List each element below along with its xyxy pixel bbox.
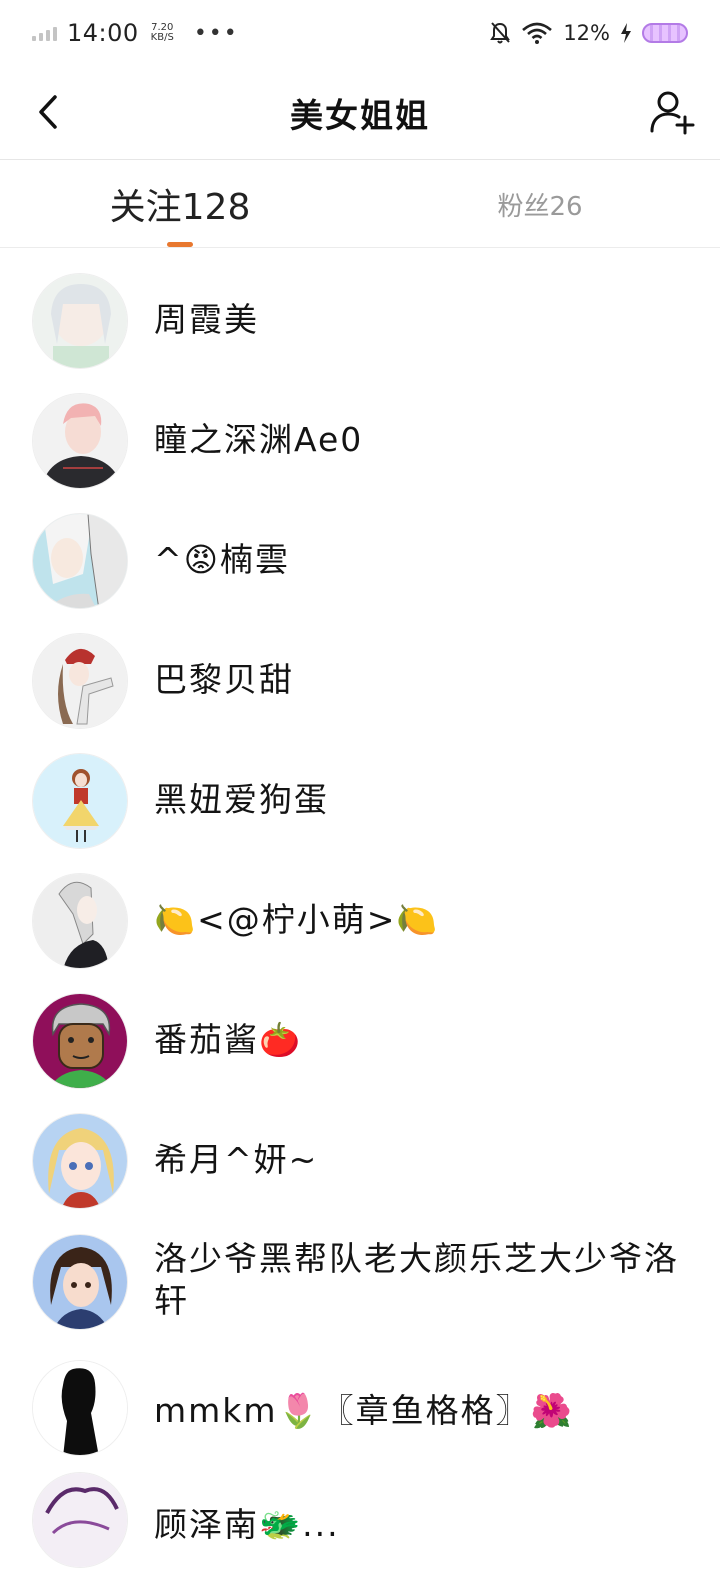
avatar[interactable] [32,273,128,369]
user-name: 周霞美 [154,300,259,339]
user-name: 番茄酱🍅 [154,1020,303,1059]
tab-following-label: 关注128 [109,187,251,228]
battery-icon [642,23,688,43]
network-speed-unit: KB/S [150,32,174,43]
user-name: 巴黎贝甜 [154,660,294,699]
page-title: 美女姐姐 [290,95,430,135]
user-name: 洛少爷黑帮队老大颜乐芝大少爷洛轩 [154,1239,679,1320]
avatar[interactable] [32,393,128,489]
list-item[interactable]: 周霞美 [0,260,720,380]
network-speed: 7.20 KB/S [151,23,174,43]
avatar[interactable] [32,633,128,729]
list-item[interactable]: 黑妞爱狗蛋 [0,740,720,860]
add-user-icon [650,91,695,135]
avatar[interactable] [32,753,128,849]
avatar[interactable] [32,513,128,609]
list-item[interactable]: 顾泽南🐲... [0,1472,720,1592]
user-name: ^😡楠雲 [154,540,291,579]
avatar[interactable] [32,1360,128,1456]
tab-followers-label: 粉丝26 [497,191,583,222]
battery-percent: 12% [563,21,610,45]
user-name: 希月^妍~ [154,1140,319,1179]
list-item[interactable]: 瞳之深渊Ae0 [0,380,720,500]
avatar[interactable] [32,873,128,969]
status-time: 14:00 [67,19,139,47]
list-item[interactable]: 洛少爷黑帮队老大颜乐芝大少爷洛轩 [0,1220,720,1360]
status-bar: 14:00 7.20 KB/S ••• 12% [0,0,720,66]
avatar[interactable] [32,1234,128,1330]
header: 美女姐姐 [0,66,720,160]
user-name: 🍋<@柠小萌>🍋 [154,900,440,939]
tab-bar: 关注128 粉丝26 [0,160,720,248]
list-item[interactable]: 🍋<@柠小萌>🍋 [0,860,720,980]
back-button[interactable] [24,88,72,136]
user-name: mmkm🌷〖章鱼格格〗🌺 [154,1391,574,1430]
user-name: 黑妞爱狗蛋 [154,780,329,819]
user-name: 瞳之深渊Ae0 [154,420,364,459]
list-item[interactable]: 番茄酱🍅 [0,980,720,1100]
tab-followers[interactable]: 粉丝26 [420,160,660,248]
user-name: 顾泽南🐲... [154,1505,340,1544]
avatar[interactable] [32,1472,128,1568]
avatar[interactable] [32,993,128,1089]
list-item[interactable]: mmkm🌷〖章鱼格格〗🌺 [0,1360,720,1480]
more-notifications-icon: ••• [193,20,239,46]
chevron-left-icon [39,95,57,129]
tab-following[interactable]: 关注128 [60,160,300,248]
active-tab-indicator [167,242,193,247]
avatar[interactable] [32,1113,128,1209]
list-item[interactable]: ^😡楠雲 [0,500,720,620]
signal-icon [32,25,57,41]
mute-bell-icon [490,22,511,44]
list-item[interactable]: 希月^妍~ [0,1100,720,1220]
list-item[interactable]: 巴黎贝甜 [0,620,720,740]
wifi-icon [522,22,553,44]
charging-icon [621,23,631,43]
add-user-button[interactable] [646,86,698,138]
